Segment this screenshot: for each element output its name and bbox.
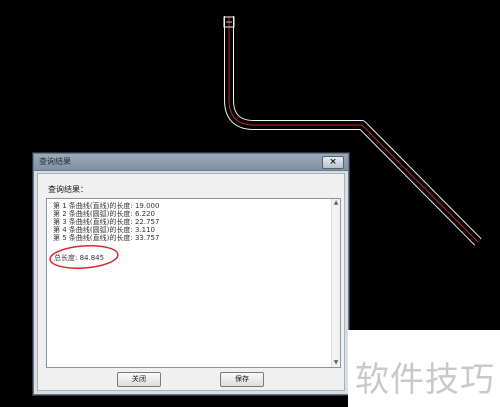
save-button[interactable]: 保存 [220,372,264,387]
results-scrollbar[interactable]: ▲ ▼ [331,199,340,367]
result-label: 查询结果： [48,185,88,194]
close-icon[interactable]: × [322,156,344,169]
annotation-circle [49,245,119,269]
watermark-logo: 软件技巧 [355,360,495,400]
dialog-body: 查询结果： 第 1 条曲线(直线)的长度: 19.000 第 2 条曲线(圆弧)… [37,173,345,391]
scroll-down-icon[interactable]: ▼ [332,359,340,367]
results-textbox[interactable]: 第 1 条曲线(直线)的长度: 19.000 第 2 条曲线(圆弧)的长度: 6… [46,198,341,368]
close-button[interactable]: 关闭 [117,372,161,387]
scroll-up-icon[interactable]: ▲ [332,199,340,207]
result-line-5: 第 5 条曲线(直线)的长度: 33.757 [53,234,160,242]
query-result-dialog: 查询结果 × 查询结果： 第 1 条曲线(直线)的长度: 19.000 第 2 … [33,153,349,395]
dialog-titlebar[interactable]: 查询结果 × [34,154,348,171]
dialog-title: 查询结果 [39,157,71,166]
